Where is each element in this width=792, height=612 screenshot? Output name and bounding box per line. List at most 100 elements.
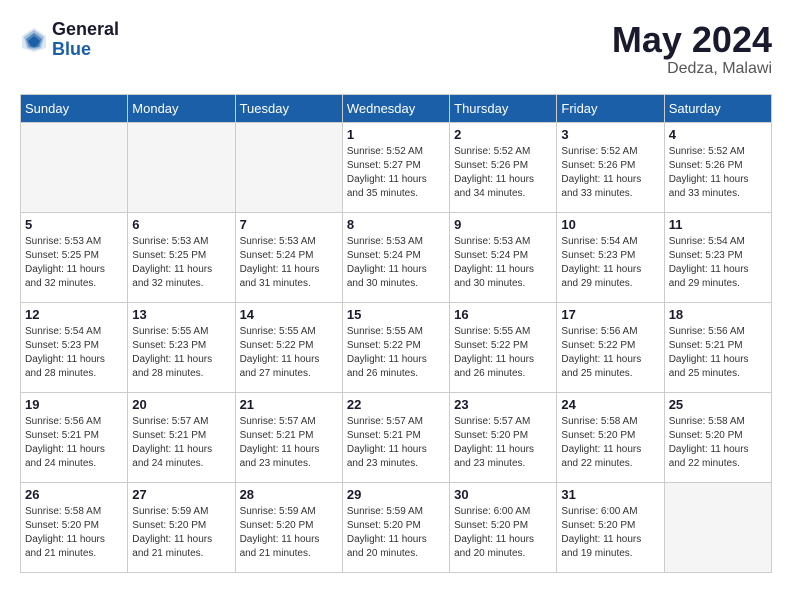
day-number: 12 <box>25 307 123 322</box>
calendar-cell <box>664 482 771 572</box>
weekday-header: Tuesday <box>235 94 342 122</box>
page-header: General Blue May 2024 Dedza, Malawi <box>20 20 772 78</box>
calendar-cell: 15 Sunrise: 5:55 AMSunset: 5:22 PMDayligh… <box>342 302 449 392</box>
calendar-cell: 1 Sunrise: 5:52 AMSunset: 5:27 PMDaylight… <box>342 122 449 212</box>
day-info: Sunrise: 5:58 AMSunset: 5:20 PMDaylight:… <box>669 415 767 471</box>
day-info: Sunrise: 5:54 AMSunset: 5:23 PMDaylight:… <box>561 235 659 291</box>
day-info: Sunrise: 5:57 AMSunset: 5:21 PMDaylight:… <box>132 415 230 471</box>
day-number: 17 <box>561 307 659 322</box>
day-info: Sunrise: 6:00 AMSunset: 5:20 PMDaylight:… <box>454 505 552 561</box>
day-number: 26 <box>25 487 123 502</box>
calendar-cell: 19Sunrise: 5:56 AMSunset: 5:21 PMDayligh… <box>21 392 128 482</box>
day-number: 27 <box>132 487 230 502</box>
calendar-cell: 20 Sunrise: 5:57 AMSunset: 5:21 PMDayligh… <box>128 392 235 482</box>
logo: General Blue <box>20 20 119 60</box>
day-number: 29 <box>347 487 445 502</box>
day-info: Sunrise: 5:52 AMSunset: 5:26 PMDaylight:… <box>454 145 552 201</box>
day-number: 10 <box>561 217 659 232</box>
day-number: 14 <box>240 307 338 322</box>
calendar-cell: 26Sunrise: 5:58 AMSunset: 5:20 PMDayligh… <box>21 482 128 572</box>
day-info: Sunrise: 5:58 AMSunset: 5:20 PMDaylight:… <box>561 415 659 471</box>
calendar-cell: 8 Sunrise: 5:53 AMSunset: 5:24 PMDaylight… <box>342 212 449 302</box>
day-info: Sunrise: 5:55 AMSunset: 5:22 PMDaylight:… <box>347 325 445 381</box>
calendar-cell: 3Sunrise: 5:52 AMSunset: 5:26 PMDaylight… <box>557 122 664 212</box>
day-info: Sunrise: 5:59 AMSunset: 5:20 PMDaylight:… <box>132 505 230 561</box>
weekday-header: Saturday <box>664 94 771 122</box>
week-row: 26Sunrise: 5:58 AMSunset: 5:20 PMDayligh… <box>21 482 772 572</box>
calendar-cell: 21Sunrise: 5:57 AMSunset: 5:21 PMDayligh… <box>235 392 342 482</box>
calendar-cell: 12Sunrise: 5:54 AMSunset: 5:23 PMDayligh… <box>21 302 128 392</box>
calendar-cell: 9 Sunrise: 5:53 AMSunset: 5:24 PMDaylight… <box>450 212 557 302</box>
day-info: Sunrise: 5:59 AMSunset: 5:20 PMDaylight:… <box>240 505 338 561</box>
day-info: Sunrise: 5:56 AMSunset: 5:21 PMDaylight:… <box>669 325 767 381</box>
day-number: 6 <box>132 217 230 232</box>
location: Dedza, Malawi <box>612 60 772 78</box>
day-number: 15 <box>347 307 445 322</box>
day-info: Sunrise: 5:53 AMSunset: 5:24 PMDaylight:… <box>240 235 338 291</box>
day-info: Sunrise: 5:54 AMSunset: 5:23 PMDaylight:… <box>669 235 767 291</box>
calendar-cell: 27 Sunrise: 5:59 AMSunset: 5:20 PMDayligh… <box>128 482 235 572</box>
day-info: Sunrise: 5:52 AMSunset: 5:26 PMDaylight:… <box>561 145 659 201</box>
day-info: Sunrise: 5:57 AMSunset: 5:21 PMDaylight:… <box>240 415 338 471</box>
logo-text: General Blue <box>52 20 119 60</box>
calendar-cell: 18 Sunrise: 5:56 AMSunset: 5:21 PMDayligh… <box>664 302 771 392</box>
day-number: 4 <box>669 127 767 142</box>
day-number: 24 <box>561 397 659 412</box>
calendar-cell: 6 Sunrise: 5:53 AMSunset: 5:25 PMDaylight… <box>128 212 235 302</box>
day-number: 25 <box>669 397 767 412</box>
calendar-cell: 31 Sunrise: 6:00 AMSunset: 5:20 PMDayligh… <box>557 482 664 572</box>
week-row: 19Sunrise: 5:56 AMSunset: 5:21 PMDayligh… <box>21 392 772 482</box>
logo-icon <box>20 26 48 54</box>
calendar-cell: 24 Sunrise: 5:58 AMSunset: 5:20 PMDayligh… <box>557 392 664 482</box>
calendar-cell: 17 Sunrise: 5:56 AMSunset: 5:22 PMDayligh… <box>557 302 664 392</box>
calendar-cell: 22Sunrise: 5:57 AMSunset: 5:21 PMDayligh… <box>342 392 449 482</box>
week-row: 5Sunrise: 5:53 AMSunset: 5:25 PMDaylight… <box>21 212 772 302</box>
day-number: 1 <box>347 127 445 142</box>
calendar-cell: 25 Sunrise: 5:58 AMSunset: 5:20 PMDayligh… <box>664 392 771 482</box>
day-number: 30 <box>454 487 552 502</box>
day-info: Sunrise: 5:53 AMSunset: 5:25 PMDaylight:… <box>25 235 123 291</box>
month-year: May 2024 <box>612 20 772 60</box>
day-number: 7 <box>240 217 338 232</box>
weekday-header: Monday <box>128 94 235 122</box>
day-number: 13 <box>132 307 230 322</box>
calendar-cell: 7 Sunrise: 5:53 AMSunset: 5:24 PMDaylight… <box>235 212 342 302</box>
calendar-cell: 13 Sunrise: 5:55 AMSunset: 5:23 PMDayligh… <box>128 302 235 392</box>
day-number: 2 <box>454 127 552 142</box>
calendar-cell: 2 Sunrise: 5:52 AMSunset: 5:26 PMDaylight… <box>450 122 557 212</box>
calendar-cell: 30 Sunrise: 6:00 AMSunset: 5:20 PMDayligh… <box>450 482 557 572</box>
day-number: 28 <box>240 487 338 502</box>
day-info: Sunrise: 5:52 AMSunset: 5:27 PMDaylight:… <box>347 145 445 201</box>
day-info: Sunrise: 5:59 AMSunset: 5:20 PMDaylight:… <box>347 505 445 561</box>
calendar-cell <box>21 122 128 212</box>
day-info: Sunrise: 5:55 AMSunset: 5:22 PMDaylight:… <box>240 325 338 381</box>
day-info: Sunrise: 5:57 AMSunset: 5:20 PMDaylight:… <box>454 415 552 471</box>
calendar-cell <box>235 122 342 212</box>
calendar-table: SundayMondayTuesdayWednesdayThursdayFrid… <box>20 94 772 573</box>
calendar-cell: 4 Sunrise: 5:52 AMSunset: 5:26 PMDaylight… <box>664 122 771 212</box>
day-info: Sunrise: 5:53 AMSunset: 5:24 PMDaylight:… <box>454 235 552 291</box>
day-number: 11 <box>669 217 767 232</box>
day-number: 9 <box>454 217 552 232</box>
logo-general: General <box>52 20 119 40</box>
day-info: Sunrise: 6:00 AMSunset: 5:20 PMDaylight:… <box>561 505 659 561</box>
title-block: May 2024 Dedza, Malawi <box>612 20 772 78</box>
day-number: 31 <box>561 487 659 502</box>
day-info: Sunrise: 5:55 AMSunset: 5:23 PMDaylight:… <box>132 325 230 381</box>
weekday-header: Wednesday <box>342 94 449 122</box>
calendar-cell: 14 Sunrise: 5:55 AMSunset: 5:22 PMDayligh… <box>235 302 342 392</box>
weekday-header: Sunday <box>21 94 128 122</box>
day-info: Sunrise: 5:53 AMSunset: 5:24 PMDaylight:… <box>347 235 445 291</box>
day-info: Sunrise: 5:56 AMSunset: 5:21 PMDaylight:… <box>25 415 123 471</box>
calendar-cell: 23 Sunrise: 5:57 AMSunset: 5:20 PMDayligh… <box>450 392 557 482</box>
week-row: 12Sunrise: 5:54 AMSunset: 5:23 PMDayligh… <box>21 302 772 392</box>
day-info: Sunrise: 5:52 AMSunset: 5:26 PMDaylight:… <box>669 145 767 201</box>
calendar-cell: 5Sunrise: 5:53 AMSunset: 5:25 PMDaylight… <box>21 212 128 302</box>
day-number: 8 <box>347 217 445 232</box>
day-number: 18 <box>669 307 767 322</box>
day-info: Sunrise: 5:53 AMSunset: 5:25 PMDaylight:… <box>132 235 230 291</box>
day-number: 23 <box>454 397 552 412</box>
calendar-cell: 16Sunrise: 5:55 AMSunset: 5:22 PMDayligh… <box>450 302 557 392</box>
day-info: Sunrise: 5:56 AMSunset: 5:22 PMDaylight:… <box>561 325 659 381</box>
day-number: 20 <box>132 397 230 412</box>
